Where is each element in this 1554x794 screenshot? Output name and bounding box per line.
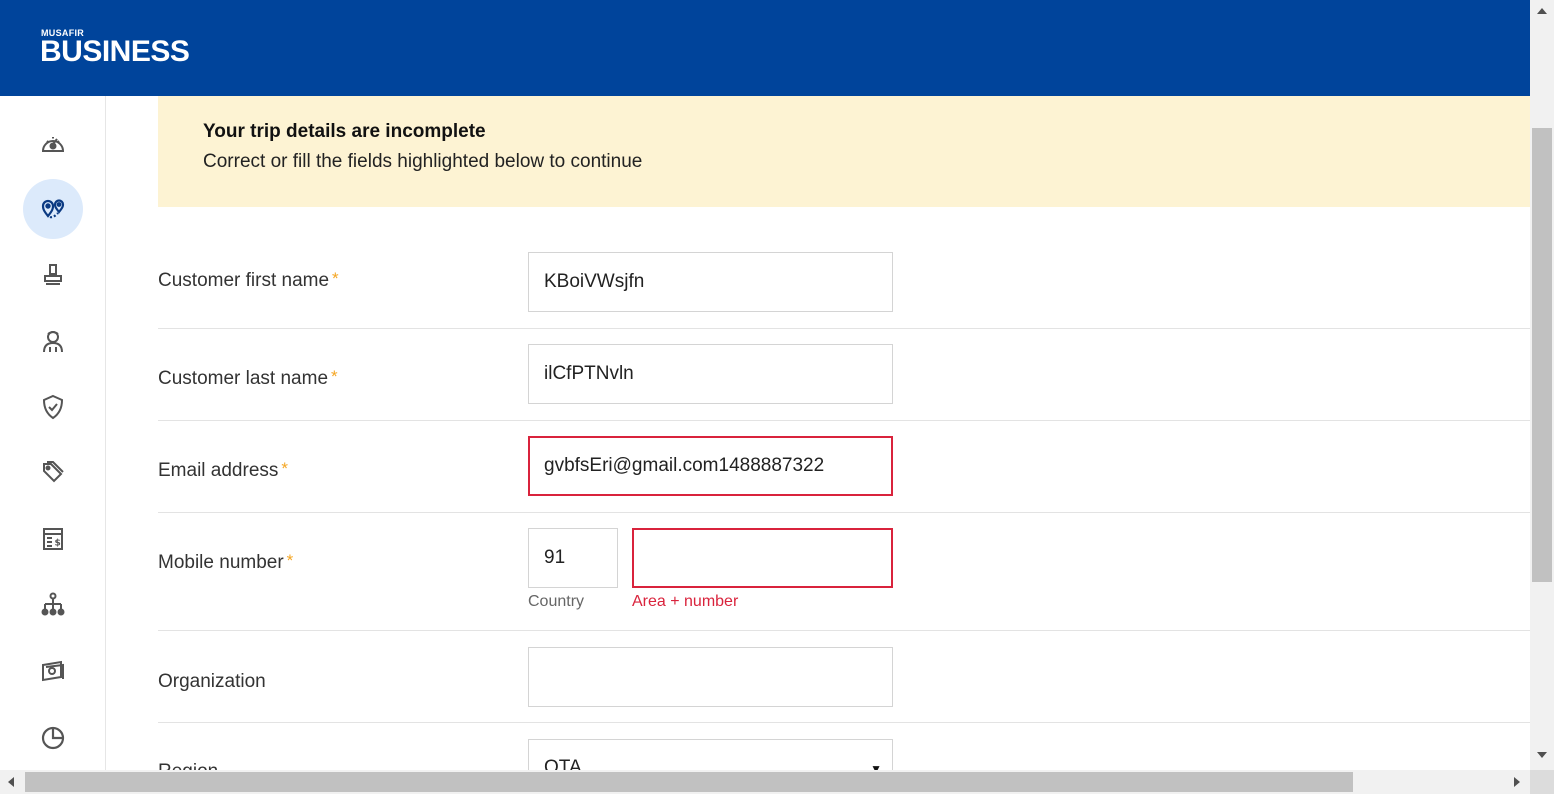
country-code-field[interactable]: 91 [528, 528, 618, 588]
stamp-icon [44, 264, 62, 285]
first-name-field[interactable]: KBoiVWsjfn [528, 252, 893, 312]
first-name-label: Customer first name * [158, 269, 339, 292]
email-row: Email address * gvbfsEri@gmail.com1488887… [158, 421, 1530, 513]
top-header: MUSAFIR BUSINESS [0, 0, 1530, 96]
scroll-right-arrow-icon[interactable] [1514, 777, 1520, 787]
required-marker: * [332, 269, 339, 288]
main-content: Your trip details are incomplete Correct… [106, 96, 1530, 770]
organization-field[interactable] [528, 647, 893, 707]
sidebar-item-policies[interactable] [23, 377, 83, 437]
area-number-caption: Area + number [632, 593, 739, 610]
logo-big-text: BUSINESS [40, 35, 190, 68]
horizontal-scroll-thumb[interactable] [25, 772, 1353, 792]
region-label: Region [158, 761, 218, 770]
sidebar-item-trips[interactable] [23, 179, 83, 239]
region-select-value: OTA [544, 757, 582, 770]
email-label-text: Email address [158, 460, 279, 481]
required-marker: * [331, 367, 338, 386]
shield-check-icon [42, 394, 64, 420]
sidebar-item-payments[interactable] [23, 641, 83, 701]
organization-row: Organization [158, 631, 1530, 723]
last-name-label-text: Customer last name [158, 368, 329, 389]
region-row: Region OTA ▼ [158, 723, 1530, 770]
tags-icon [43, 461, 64, 483]
chevron-down-icon: ▼ [870, 762, 882, 770]
organization-label: Organization [158, 671, 266, 692]
traveler-icon [43, 331, 63, 353]
scroll-down-arrow-icon[interactable] [1537, 752, 1547, 758]
mobile-label-text: Mobile number [158, 552, 284, 573]
scrollbar-corner [1530, 770, 1554, 794]
last-name-field[interactable]: ilCfPTNvln [528, 344, 893, 404]
last-name-label: Customer last name * [158, 367, 338, 390]
mobile-row: Mobile number * 91 Country Area + number [158, 513, 1530, 631]
sidebar-item-travelers[interactable] [23, 311, 83, 371]
sidebar: $ [0, 96, 106, 770]
sidebar-item-stamp[interactable] [23, 245, 83, 305]
musafir-business-logo[interactable]: MUSAFIR BUSINESS [40, 28, 190, 68]
alert-title: Your trip details are incomplete [203, 121, 486, 142]
incomplete-trip-alert: Your trip details are incomplete Correct… [158, 96, 1530, 207]
sidebar-item-invoices[interactable]: $ [23, 509, 83, 569]
mobile-label: Mobile number * [158, 551, 294, 574]
country-caption: Country [528, 593, 585, 610]
sidebar-item-reports[interactable] [23, 707, 83, 767]
required-marker: * [286, 551, 294, 570]
scroll-left-arrow-icon[interactable] [8, 777, 14, 787]
first-name-row: Customer first name * KBoiVWsjfn [158, 237, 1530, 329]
trips-icon [41, 199, 65, 219]
email-field[interactable]: gvbfsEri@gmail.com1488887322 [528, 436, 893, 496]
alert-message: Correct or fill the fields highlighted b… [203, 151, 643, 172]
reports-pie-icon [41, 726, 65, 750]
payments-icon [42, 660, 64, 682]
svg-text:$: $ [55, 539, 61, 549]
dashboard-icon [41, 137, 65, 152]
horizontal-scrollbar[interactable] [0, 770, 1530, 794]
region-select[interactable]: OTA ▼ [528, 739, 893, 770]
email-label: Email address * [158, 459, 289, 482]
scroll-up-arrow-icon[interactable] [1537, 8, 1547, 14]
hierarchy-icon [41, 592, 65, 616]
first-name-label-text: Customer first name [158, 270, 330, 291]
sidebar-item-deals[interactable] [23, 443, 83, 503]
vertical-scrollbar[interactable] [1530, 0, 1554, 770]
required-marker: * [281, 459, 289, 478]
sidebar-item-organization[interactable] [23, 575, 83, 635]
mobile-number-field[interactable] [632, 528, 893, 588]
last-name-row: Customer last name * ilCfPTNvln [158, 329, 1530, 421]
vertical-scroll-thumb[interactable] [1532, 128, 1552, 582]
invoice-icon: $ [43, 528, 63, 550]
sidebar-item-dashboard[interactable] [23, 113, 83, 173]
